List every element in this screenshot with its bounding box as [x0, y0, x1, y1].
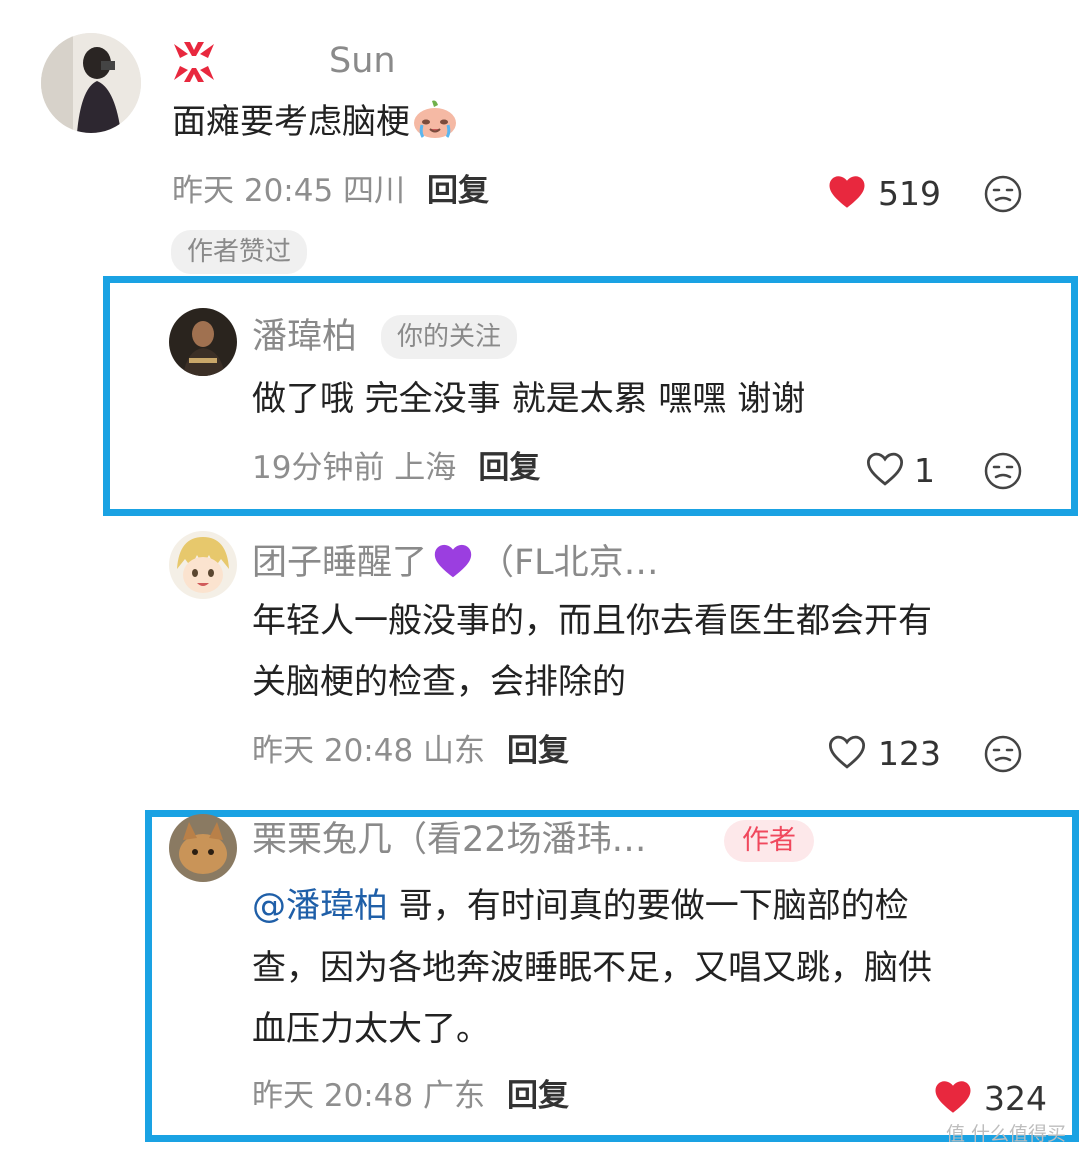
reply1-meta: 19分钟前 上海 回复 [252, 453, 540, 484]
avatar-reply1-image [169, 308, 237, 376]
reply1-dislike-icon[interactable] [983, 451, 1023, 491]
reply1-time-location: 19分钟前 上海 [252, 450, 457, 486]
watermark-text: 值 什么值得买 [945, 1123, 1066, 1145]
reply3-text-line1-content: 哥，有时间真的要做一下脑部的检 [388, 886, 909, 926]
reply3-author-tag: 作者 [724, 820, 814, 862]
comment1-time-location: 昨天 20:45 四川 [172, 173, 406, 209]
avatar-sun-image [41, 33, 141, 133]
reply2-username-a: 团子睡醒了 [252, 543, 428, 583]
reply1-like-button[interactable] [864, 448, 906, 490]
reply3-text-line1: @潘瑋柏 哥，有时间真的要做一下脑部的检 [252, 876, 909, 937]
author-liked-badge: 作者赞过 [171, 230, 308, 274]
reply3-meta: 昨天 20:48 广东 回复 [252, 1081, 569, 1112]
reply3-text-line3: 血压力太大了。 [252, 1009, 490, 1049]
avatar-reply2[interactable] [169, 531, 237, 599]
reply1-like-count: 1 [914, 451, 935, 490]
reply3-time-location: 昨天 20:48 广东 [252, 1078, 486, 1114]
avatar-reply1[interactable] [169, 308, 237, 376]
comment1-dislike-icon[interactable] [983, 174, 1023, 214]
avatar-reply3[interactable] [169, 814, 237, 882]
comment1-like-count: 519 [878, 174, 941, 213]
comment1-like-button[interactable] [826, 171, 868, 213]
heart-outline-icon [828, 735, 866, 769]
avatar-reply2-image [169, 531, 237, 599]
reply2-time-location: 昨天 20:48 山东 [252, 733, 486, 769]
reply1-text: 做了哦 完全没事 就是太累 嘿嘿 谢谢 [252, 379, 806, 419]
reply3-text-line2: 查，因为各地奔波睡眠不足，又唱又跳，脑供 [252, 948, 932, 988]
reply2-username-b: （FL北京… [479, 543, 659, 583]
reply3-like-button[interactable] [932, 1076, 974, 1118]
comment1-text: 面瘫要考虑脑梗 [172, 92, 458, 159]
reply3-mention-link[interactable]: @潘瑋柏 [252, 886, 388, 926]
reply1-following-tag: 你的关注 [381, 315, 518, 359]
reply2-meta: 昨天 20:48 山东 回复 [252, 736, 569, 767]
comment1-text-content: 面瘫要考虑脑梗 [172, 102, 410, 142]
avatar-reply3-image [169, 814, 237, 882]
comment1-reply-button[interactable]: 回复 [427, 173, 489, 209]
heart-outline-icon [866, 452, 904, 486]
reply2-reply-button[interactable]: 回复 [507, 733, 569, 769]
avatar-sun[interactable] [41, 33, 141, 133]
reply1-reply-button[interactable]: 回复 [478, 450, 540, 486]
reply2-username[interactable]: 团子睡醒了 （FL北京… [252, 540, 659, 587]
reply2-dislike-icon[interactable] [983, 734, 1023, 774]
reply3-reply-button[interactable]: 回复 [507, 1078, 569, 1114]
comment1-meta: 昨天 20:45 四川 回复 [172, 176, 489, 207]
reply1-username[interactable]: 潘瑋柏 [252, 320, 357, 355]
heart-filled-icon [935, 1081, 971, 1113]
purple-heart-icon [431, 540, 475, 587]
crying-peach-emoji-icon [412, 98, 458, 159]
reply2-like-count: 123 [878, 734, 941, 773]
angry-emoji-icon [170, 38, 218, 86]
reply2-text-line1: 年轻人一般没事的，而且你去看医生都会开有 [252, 601, 932, 641]
reply3-username[interactable]: 栗栗兔几（看22场潘玮… [252, 823, 647, 858]
reply2-text-line2: 关脑梗的检查，会排除的 [252, 662, 626, 702]
reply2-like-button[interactable] [826, 731, 868, 773]
reply3-like-count: 324 [984, 1079, 1047, 1118]
heart-filled-icon [829, 176, 865, 208]
comment1-username[interactable]: Sun [329, 44, 396, 79]
